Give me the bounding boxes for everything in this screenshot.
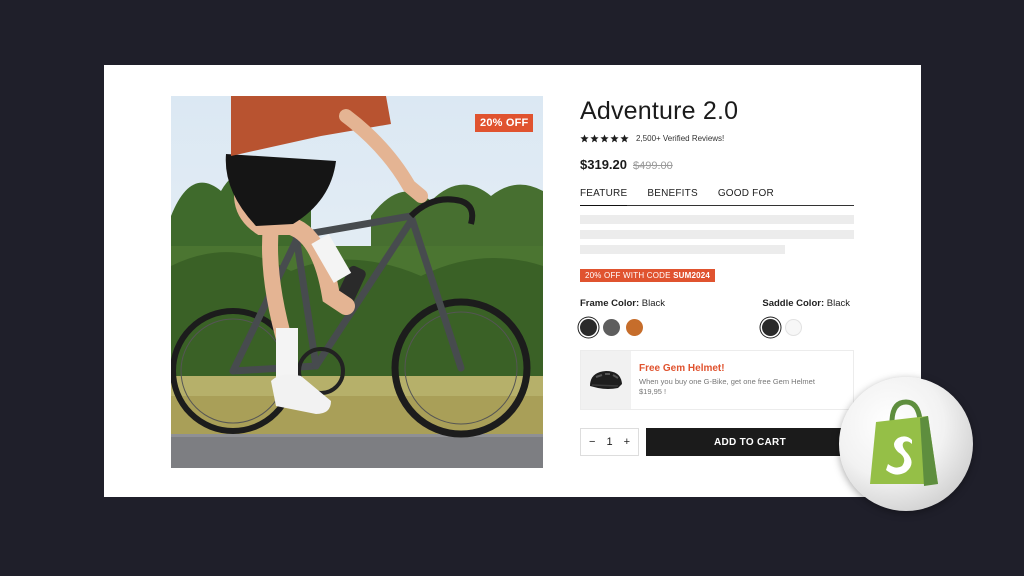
price-row: $319.20 $499.00 <box>580 157 854 172</box>
frame-swatch-grey[interactable] <box>603 319 620 336</box>
quantity-value[interactable]: 1 <box>606 436 612 448</box>
gift-image <box>581 351 631 409</box>
discount-badge: 20% OFF <box>475 114 534 132</box>
product-tabs: FEATURE BENEFITS GOOD FOR <box>580 188 854 206</box>
gift-offer: Free Gem Helmet! When you buy one G-Bike… <box>580 350 854 410</box>
saddle-swatch-white[interactable] <box>785 319 803 336</box>
compare-price: $499.00 <box>633 160 673 172</box>
cart-row: − 1 + ADD TO CART <box>580 428 854 456</box>
star-icon <box>610 133 619 142</box>
frame-color-label: Frame Color: Black <box>580 298 665 309</box>
saddle-color-title: Saddle Color: <box>762 298 825 309</box>
star-icon <box>590 133 599 142</box>
content-skeleton-line <box>580 230 854 239</box>
frame-color-title: Frame Color: <box>580 298 640 309</box>
star-icon <box>580 133 589 142</box>
tab-feature[interactable]: FEATURE <box>580 188 628 206</box>
frame-swatch-orange[interactable] <box>626 319 643 336</box>
saddle-swatch-black[interactable] <box>762 319 780 336</box>
star-icon <box>620 133 629 142</box>
frame-swatch-black[interactable] <box>580 319 597 336</box>
content-skeleton-line <box>580 245 785 254</box>
saddle-swatches <box>762 319 850 336</box>
gift-title: Free Gem Helmet! <box>639 363 725 374</box>
color-options: Frame Color: Black Saddle Color: Black <box>580 298 854 336</box>
shopify-bag-icon <box>870 399 938 486</box>
helmet-icon <box>590 371 622 389</box>
saddle-color-label: Saddle Color: Black <box>762 298 850 309</box>
saddle-color-value: Black <box>826 298 850 309</box>
shopify-badge <box>839 377 973 511</box>
product-title: Adventure 2.0 <box>580 97 739 125</box>
content-skeleton-line <box>580 215 854 224</box>
add-to-cart-button[interactable]: ADD TO CART <box>646 428 854 456</box>
promo-code: SUM2024 <box>673 271 711 280</box>
frame-color-option: Frame Color: Black <box>580 298 665 336</box>
frame-swatches <box>580 319 665 336</box>
quantity-increase-button[interactable]: + <box>624 436 630 448</box>
rating-row[interactable]: 2,500+ Verified Reviews! <box>580 132 854 144</box>
cyclist-photo <box>171 96 543 468</box>
saddle-color-option: Saddle Color: Black <box>762 298 850 336</box>
star-rating <box>580 133 629 143</box>
product-info: Adventure 2.0 2,500+ Verified Reviews! $… <box>580 96 854 456</box>
quantity-stepper: − 1 + <box>580 428 639 456</box>
tab-benefits[interactable]: BENEFITS <box>647 188 698 206</box>
sale-price: $319.20 <box>580 157 627 172</box>
quantity-decrease-button[interactable]: − <box>589 436 595 448</box>
star-icon <box>600 133 609 142</box>
gift-description: When you buy one G-Bike, get one free Ge… <box>639 377 815 396</box>
frame-color-value: Black <box>641 298 665 309</box>
promo-text: 20% OFF WITH CODE <box>585 271 674 280</box>
reviews-count: 2,500+ Verified Reviews! <box>636 133 725 143</box>
gift-text: Free Gem Helmet! When you buy one G-Bike… <box>631 351 839 409</box>
tab-good-for[interactable]: GOOD FOR <box>718 188 774 206</box>
product-card: 20% OFF Adventure 2.0 2,500+ Verified Re… <box>104 65 921 497</box>
product-image[interactable]: 20% OFF <box>171 96 543 468</box>
promo-code-banner: 20% OFF WITH CODE SUM2024 <box>580 269 716 282</box>
